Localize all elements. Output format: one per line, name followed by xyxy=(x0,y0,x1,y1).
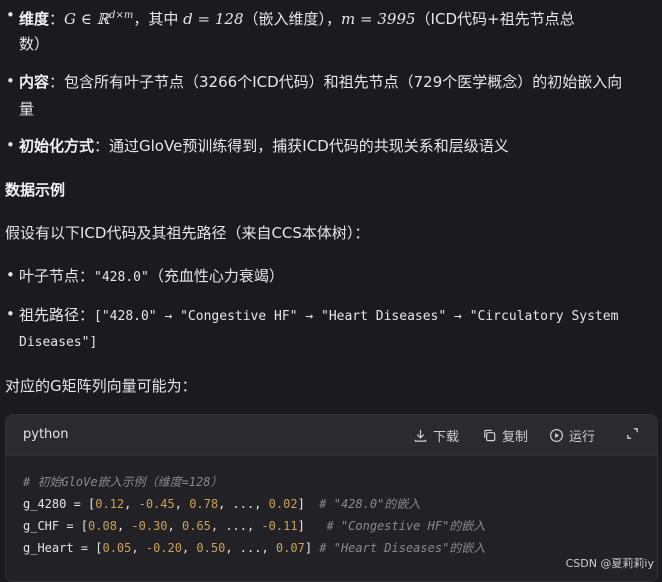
bullet-marker: • xyxy=(6,305,15,323)
number: 0.02 xyxy=(268,497,298,511)
intro-text: 假设有以下ICD代码及其祖先路径（来自CCS本体树）： xyxy=(5,224,370,242)
code-language: python xyxy=(23,427,69,442)
dimension-text: ，其中 xyxy=(133,10,184,28)
content-text: ：包含所有叶子节点（3266个ICD代码）和祖先节点（729个医学概念）的初始嵌… xyxy=(49,73,623,91)
separator: , xyxy=(181,541,197,555)
code-comment: # 初始GloVe嵌入示例（维度=128） xyxy=(23,475,223,489)
var-name: g_CHF = [ xyxy=(23,519,89,533)
bullet-marker: • xyxy=(6,72,15,90)
colon: ： xyxy=(49,10,65,28)
matrix-text: 对应的G矩阵列向量可能为： xyxy=(5,377,197,395)
content-item: 内容：包含所有叶子节点（3266个ICD代码）和祖先节点（729个医学概念）的初… xyxy=(19,72,622,92)
copy-button[interactable]: 复制 xyxy=(482,426,528,445)
dimension-label: 维度 xyxy=(19,10,50,28)
var-name: g_Heart = [ xyxy=(23,541,103,555)
watermark: CSDN @夏莉莉iy xyxy=(565,557,654,570)
bracket: ] xyxy=(297,519,327,533)
code-header: python 下载 复制 运行 xyxy=(6,415,657,456)
inline-comment: # "Heart Diseases"的嵌入 xyxy=(319,541,486,555)
number: 0.08 xyxy=(88,519,117,533)
expand-icon xyxy=(627,428,638,439)
leaf-text: （充血性心力衰竭） xyxy=(148,267,284,285)
number: 0.07 xyxy=(275,541,305,555)
content-label: 内容 xyxy=(19,73,50,91)
section-title: 数据示例 xyxy=(5,181,66,199)
separator: , xyxy=(116,519,132,533)
number: -0.20 xyxy=(145,541,182,555)
bullet-marker: • xyxy=(6,6,15,24)
dimension-text-2: （嵌入维度）， xyxy=(243,10,342,28)
matrix-symbol: G ∈ ℝ xyxy=(64,10,110,28)
leaf-code: "428.0" xyxy=(94,270,149,285)
separator: , ..., xyxy=(210,519,262,533)
path-code: ["428.0" → "Congestive HF" → "Heart Dise… xyxy=(94,309,619,324)
number: 0.05 xyxy=(102,541,132,555)
dimension-m: m = 3995 xyxy=(341,10,416,28)
bullet-marker: • xyxy=(6,136,15,154)
code-row: g_4280 = [0.12, -0.45, 0.78, ..., 0.02] … xyxy=(23,495,420,512)
run-label: 运行 xyxy=(569,430,596,445)
number: 0.65 xyxy=(181,519,211,533)
code-row: g_CHF = [0.08, -0.30, 0.65, ..., -0.11] … xyxy=(23,517,485,534)
separator: , xyxy=(167,519,182,533)
inline-comment: # "Congestive HF"的嵌入 xyxy=(326,519,486,533)
separator: , xyxy=(174,497,190,511)
number: 0.50 xyxy=(196,541,226,555)
init-item: 初始化方式：通过GloVe预训练得到，捕获ICD代码的共现关系和层级语义 xyxy=(19,136,509,156)
path-label: 祖先路径： xyxy=(19,306,95,324)
bracket: ] xyxy=(304,541,320,555)
init-text: ：通过GloVe预训练得到，捕获ICD代码的共现关系和层级语义 xyxy=(94,137,509,155)
bullet-marker: • xyxy=(6,266,15,284)
dimension-continuation: 数） xyxy=(19,35,50,53)
separator: , ..., xyxy=(225,541,276,555)
run-button[interactable]: 运行 xyxy=(549,426,595,445)
matrix-superscript: d×m xyxy=(109,10,134,21)
number: 0.12 xyxy=(95,497,125,511)
content-continuation: 量 xyxy=(19,100,35,118)
code-row: g_Heart = [0.05, -0.20, 0.50, ..., 0.07]… xyxy=(23,539,485,556)
copy-label: 复制 xyxy=(502,430,529,445)
number: -0.11 xyxy=(261,519,298,533)
dimension-text-3: （ICD代码+祖先节点总 xyxy=(415,10,575,28)
download-button[interactable]: 下载 xyxy=(413,426,459,445)
path-continuation: Diseases"] xyxy=(19,335,98,350)
var-name: g_4280 = [ xyxy=(23,497,96,511)
bracket: ] xyxy=(297,497,320,511)
play-icon xyxy=(549,428,564,443)
separator: , xyxy=(124,497,139,511)
leaf-label: 叶子节点： xyxy=(19,267,95,285)
separator: , ..., xyxy=(218,497,269,511)
leaf-item: 叶子节点："428.0"（充血性心力衰竭） xyxy=(19,266,284,288)
number: -0.30 xyxy=(131,519,168,533)
dimension-d: d = 128 xyxy=(183,10,244,28)
dimension-item: 维度：G ∈ ℝd×m，其中 d = 128（嵌入维度），m = 3995（IC… xyxy=(19,6,575,29)
path-item: 祖先路径：["428.0" → "Congestive HF" → "Heart… xyxy=(19,305,618,327)
copy-icon xyxy=(484,429,496,442)
separator: , xyxy=(131,541,146,555)
expand-button[interactable] xyxy=(625,426,640,441)
number: -0.45 xyxy=(138,497,175,511)
download-icon xyxy=(414,429,427,442)
init-label: 初始化方式 xyxy=(19,137,95,155)
inline-comment: # "428.0"的嵌入 xyxy=(319,497,421,511)
download-label: 下载 xyxy=(433,430,460,445)
number: 0.78 xyxy=(189,497,219,511)
code-block: python 下载 复制 运行 # 初始GloVe嵌入示例（维度=128） g_… xyxy=(5,414,658,582)
